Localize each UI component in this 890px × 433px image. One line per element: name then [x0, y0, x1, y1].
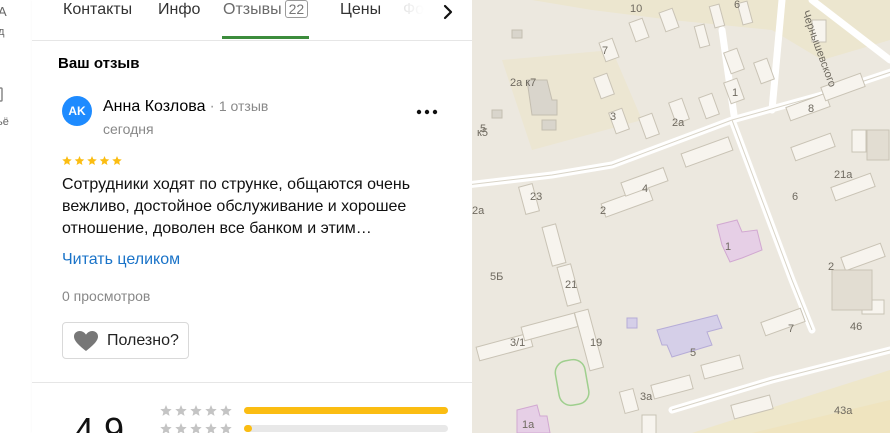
map-building-label: 21: [565, 279, 577, 291]
more-options-button[interactable]: [412, 102, 442, 122]
divider: [32, 382, 472, 383]
views-count: 0 просмотров: [62, 288, 151, 304]
map-building-label: 2а: [472, 205, 485, 217]
map-building-label: 7: [602, 45, 608, 57]
section-title: Ваш отзыв: [58, 55, 140, 72]
map-building-label: 10: [630, 3, 642, 15]
map[interactable]: 10 6 7 8 2а к7 1 2а 3 5 к5 4 2 21а 23 2а 1 2 6 5Б 21 7 46 3/1 1…: [472, 0, 890, 433]
overall-rating-value: 4,9: [74, 410, 125, 433]
map-building-label: к5: [477, 127, 488, 139]
left-strip-fragment: ьё: [0, 116, 9, 128]
star-icon: [74, 156, 85, 166]
tab-contacts[interactable]: Контакты: [63, 0, 132, 38]
rating-bar-fill: [244, 407, 448, 414]
heart-icon: [74, 330, 98, 351]
rating-bar-5: [244, 407, 448, 414]
map-building-label: 6: [734, 0, 740, 11]
star-icon: [99, 156, 110, 166]
map-building-label: 2а: [672, 117, 685, 129]
map-building-label: 1а: [522, 419, 535, 431]
active-tab-indicator: [222, 36, 310, 39]
map-building-label: 3/1: [510, 337, 525, 349]
review-rating-stars: [62, 154, 126, 172]
useful-label: Полезно?: [107, 331, 179, 349]
review-author: Анна Козлова · 1 отзыв: [103, 98, 268, 116]
tab-label: Контакты: [63, 1, 133, 18]
reviews-count-badge: 22: [284, 0, 309, 18]
review-text: Сотрудники ходят по струнке, общаются оч…: [62, 176, 411, 237]
star-icon: [190, 423, 202, 433]
left-strip-fragment: д: [0, 26, 4, 38]
chevron-right-icon: [443, 4, 453, 20]
tabs-scroll-right-button[interactable]: [436, 0, 460, 24]
author-review-count: 1 отзыв: [218, 98, 269, 114]
rating-row-5: [160, 404, 236, 422]
map-building-label: 1: [732, 87, 738, 99]
author-name[interactable]: Анна Козлова: [103, 98, 206, 115]
map-building-label: 2: [600, 205, 606, 217]
tabs-fade: [382, 0, 442, 38]
star-icon: [220, 423, 232, 433]
separator-dot: ·: [209, 98, 215, 115]
left-strip: А д ьё: [0, 0, 33, 433]
tab-label: Отзывы: [223, 1, 282, 18]
map-building-label: 2а к7: [510, 77, 536, 89]
star-icon: [175, 405, 187, 416]
map-building-label: 19: [590, 337, 602, 349]
map-canvas[interactable]: 10 6 7 8 2а к7 1 2а 3 5 к5 4 2 21а 23 2а 1 2 6 5Б 21 7 46 3/1 1…: [472, 0, 890, 433]
star-icon: [175, 423, 187, 433]
read-more-link[interactable]: Читать целиком: [62, 251, 180, 269]
more-dots-icon: [416, 109, 438, 115]
map-building-label: 6: [792, 191, 798, 203]
tab-info[interactable]: Инфо: [158, 0, 200, 38]
tab-reviews[interactable]: Отзывы 22: [222, 0, 310, 39]
left-strip-icon: [0, 86, 6, 107]
star-icon: [62, 156, 72, 166]
tab-label: Инфо: [158, 1, 201, 18]
star-icon: [87, 156, 97, 166]
tabs-bar: Контакты Инфо Отзывы22 Цены Фо: [32, 0, 472, 41]
map-building-label: 21а: [834, 169, 853, 181]
star-icon: [160, 405, 172, 416]
left-strip-fragment: А: [0, 4, 7, 19]
map-building-label: 5Б: [490, 271, 503, 283]
avatar[interactable]: AK: [62, 96, 92, 126]
star-icon: [205, 405, 217, 416]
star-icon: [190, 405, 202, 416]
map-building-label: 8: [808, 103, 814, 115]
map-building-label: 3: [610, 111, 616, 123]
map-building-label: 3а: [640, 391, 653, 403]
map-building-label: 46: [850, 321, 862, 333]
map-building-label: 43а: [834, 405, 853, 417]
tab-label: Цены: [340, 1, 382, 18]
organization-panel: Контакты Инфо Отзывы22 Цены Фо Ваш отзыв…: [32, 0, 472, 433]
review-date: сегодня: [103, 121, 154, 137]
map-building-label: 5: [690, 347, 696, 359]
star-icon: [220, 405, 232, 416]
useful-button[interactable]: Полезно?: [62, 322, 189, 359]
map-building-label: 2: [828, 261, 834, 273]
star-icon: [205, 423, 217, 433]
tab-prices[interactable]: Цены: [340, 0, 381, 38]
star-icon: [160, 423, 172, 433]
rating-row-4: [160, 422, 236, 433]
map-building-label: 1: [725, 241, 731, 253]
map-building-label: 23: [530, 191, 542, 203]
star-icon: [112, 156, 122, 166]
map-building-label: 4: [642, 183, 648, 195]
rating-bar-4: [244, 425, 448, 432]
rating-bar-fill: [244, 425, 253, 432]
map-building-label: 7: [788, 323, 794, 335]
